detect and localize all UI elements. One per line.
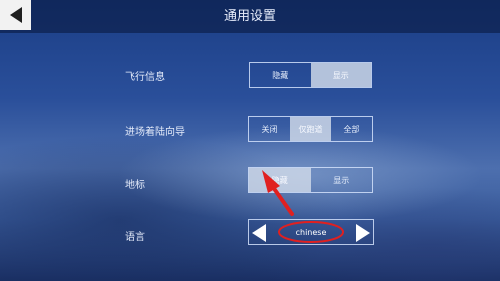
flight-info-option-show[interactable]: 显示 (310, 63, 371, 87)
language-label: 语言 (125, 232, 145, 243)
approach-guide-option-all[interactable]: 全部 (331, 117, 372, 141)
triangle-left-icon[interactable] (252, 224, 266, 242)
landmark-option-show[interactable]: 显示 (311, 168, 373, 192)
approach-guide-option-runway[interactable]: 仅跑道 (290, 117, 331, 141)
landmark-toggle: 隐藏 显示 (248, 167, 373, 193)
language-value: chinese (295, 227, 327, 237)
page-title: 通用设置 (223, 9, 276, 24)
flight-info-toggle: 隐藏 显示 (249, 62, 372, 88)
flight-info-option-hide[interactable]: 隐藏 (250, 63, 311, 87)
settings-screen: 通用设置 飞行信息 隐藏 显示 进场着陆向导 关闭 仅跑道 全部 地标 隐藏 显… (0, 0, 500, 281)
approach-guide-toggle: 关闭 仅跑道 全部 (248, 116, 373, 142)
top-bar: 通用设置 (0, 0, 500, 33)
back-button[interactable] (0, 0, 31, 30)
back-arrow-icon (10, 7, 22, 23)
triangle-right-icon[interactable] (356, 224, 370, 242)
approach-guide-label: 进场着陆向导 (125, 127, 185, 138)
flight-info-label: 飞行信息 (125, 72, 165, 83)
landmark-label: 地标 (125, 180, 145, 191)
language-selector: chinese (248, 219, 374, 245)
approach-guide-option-off[interactable]: 关闭 (249, 117, 290, 141)
landmark-option-hide[interactable]: 隐藏 (249, 168, 311, 192)
